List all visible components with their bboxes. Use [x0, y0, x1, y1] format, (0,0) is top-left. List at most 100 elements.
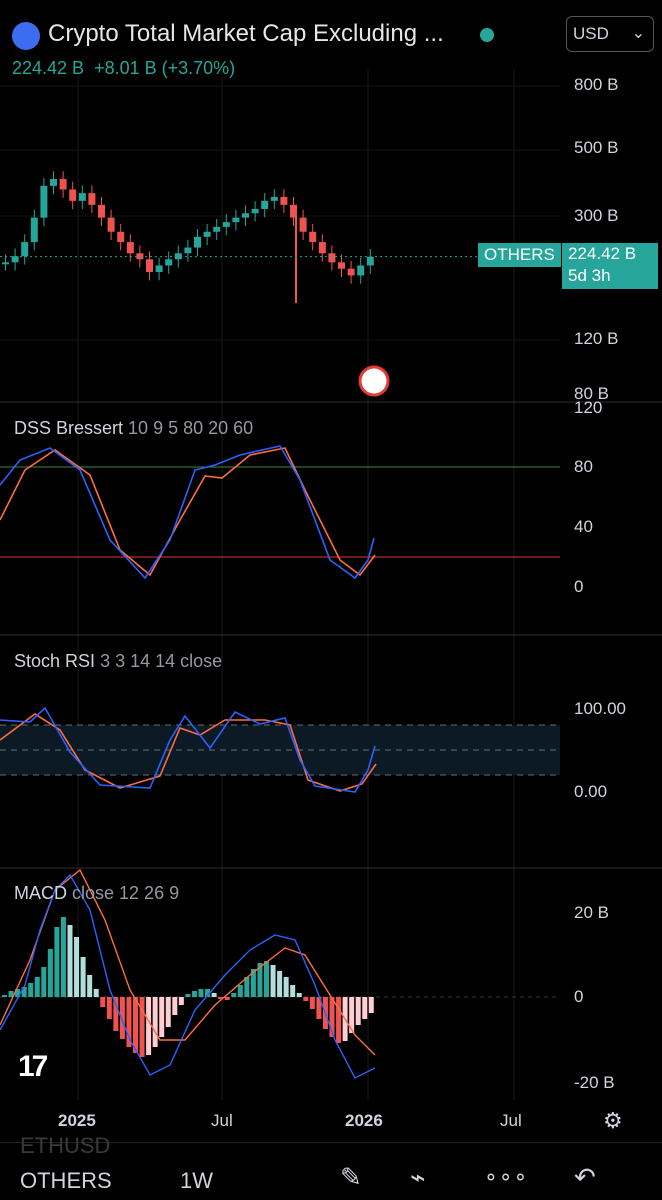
macd-histogram-bar: [60, 917, 66, 997]
macd-histogram-bar: [165, 997, 171, 1027]
time-tick: 2025: [58, 1111, 96, 1130]
macd-tick: 20 B: [574, 903, 609, 922]
dss-fast-line: [0, 445, 375, 580]
macd-histogram-bar: [270, 965, 276, 997]
dss-tick: 0: [574, 577, 584, 596]
candle-body: [261, 200, 269, 209]
candle-body: [2, 262, 9, 265]
macd-histogram-bar: [146, 997, 152, 1055]
candle-body: [50, 179, 57, 186]
macd-histogram-bar: [152, 997, 158, 1047]
candle-body: [11, 256, 19, 263]
macd-histogram-bar: [355, 997, 361, 1025]
market-status-icon: [480, 28, 494, 42]
macd-histogram-bar: [67, 925, 73, 997]
macd-histogram-bar: [133, 997, 138, 1053]
candle-body: [347, 268, 355, 276]
symbol-button[interactable]: OTHERS: [20, 1168, 112, 1194]
stoch-rsi-indicator-title[interactable]: Stoch RSI 3 3 14 14 close: [14, 651, 222, 672]
macd-histogram-bar: [47, 949, 53, 997]
last-value: 224.42 B: [12, 58, 85, 78]
faded-symbol: ETHUSD: [20, 1133, 111, 1158]
time-tick: Jul: [211, 1111, 233, 1130]
macd-histogram-bar: [106, 997, 112, 1019]
macd-histogram-bar: [283, 977, 289, 997]
macd-histogram-bar: [296, 993, 302, 997]
candle-body: [194, 236, 201, 248]
macd-histogram-bar: [41, 967, 47, 997]
candle-body: [165, 259, 173, 266]
candle-body: [146, 259, 153, 273]
us-event-flag-icon: [358, 365, 390, 397]
candle-body: [155, 265, 163, 273]
candle-body: [78, 193, 86, 201]
macd-histogram-bar: [309, 997, 315, 1009]
candle-body: [299, 217, 307, 232]
macd-histogram-bar: [368, 997, 374, 1013]
macd-histogram-bar: [80, 957, 86, 997]
dss-indicator-title[interactable]: DSS Bressert 10 9 5 80 20 60: [14, 418, 253, 439]
stoch-tick: 0.00: [574, 782, 608, 801]
macd-params: close 12 26 9: [72, 883, 180, 903]
macd-histogram-bar: [264, 961, 269, 997]
macd-histogram-bar: [178, 997, 184, 1005]
candle-body: [59, 179, 67, 190]
candle-body: [338, 262, 345, 269]
indicators-icon[interactable]: ⌁: [410, 1162, 426, 1193]
macd-histogram-bar: [126, 997, 132, 1047]
candle-body: [222, 222, 230, 227]
more-icon[interactable]: ∘∘∘: [484, 1164, 528, 1190]
candle-body: [251, 208, 259, 214]
currency-select[interactable]: USD ⌄: [566, 16, 654, 52]
macd-histogram-bar: [2, 995, 7, 997]
price-tick: 300 B: [574, 206, 619, 225]
bar-countdown: 5d 3h: [568, 266, 611, 285]
symbol-title[interactable]: Crypto Total Market Cap Excluding ...: [48, 20, 444, 48]
candle-body: [98, 204, 105, 218]
macd-tick: -20 B: [574, 1073, 615, 1092]
dss-tick: 80: [574, 457, 593, 476]
macd-histogram-bar: [54, 927, 60, 997]
candle-body: [203, 231, 211, 237]
price-badge-value: 224.42 B: [568, 244, 637, 263]
symbol-badge: OTHERS: [478, 243, 561, 267]
settings-gear-icon[interactable]: ⚙: [603, 1108, 623, 1134]
candle-body: [126, 242, 134, 254]
tradingview-logo-icon: 17: [18, 1050, 48, 1083]
macd-histogram-bar: [34, 977, 40, 997]
draw-pencil-icon[interactable]: ✎: [340, 1162, 362, 1193]
dss-params: 10 9 5 80 20 60: [128, 418, 254, 438]
macd-indicator-title[interactable]: MACD close 12 26 9: [14, 883, 179, 904]
candle-body: [69, 189, 77, 201]
undo-icon[interactable]: ↶: [574, 1162, 596, 1193]
dss-title: DSS Bressert: [14, 418, 124, 438]
macd-histogram-bar: [198, 989, 204, 997]
price-tick: 800 B: [574, 75, 619, 94]
dss-tick: 40: [574, 517, 593, 536]
chart-canvas[interactable]: [0, 0, 662, 1199]
macd-histogram-bar: [362, 997, 368, 1019]
macd-histogram-bar: [191, 991, 197, 997]
price-change: 224.42 B +8.01 B (+3.70%): [12, 58, 235, 79]
candle-body: [213, 226, 221, 232]
dss-tick: 120: [574, 398, 603, 417]
macd-histogram-bar: [28, 983, 34, 997]
price-tick: 120 B: [574, 329, 619, 348]
macd-tick: 0: [574, 987, 584, 1006]
candle-body: [357, 265, 365, 276]
price-tick: 500 B: [574, 138, 619, 157]
stoch-params: 3 3 14 14 close: [100, 651, 223, 671]
time-tick: Jul: [500, 1111, 522, 1130]
crypto-logo-icon: [12, 22, 40, 50]
candle-body: [366, 256, 374, 266]
interval-button[interactable]: 1W: [180, 1168, 213, 1194]
chevron-down-icon: ⌄: [631, 25, 645, 42]
candle-body: [280, 196, 288, 205]
time-tick: 2026: [345, 1111, 383, 1130]
macd-histogram-bar: [224, 997, 230, 1000]
macd-histogram-bar: [87, 975, 93, 997]
stoch-tick: 100.00: [574, 699, 626, 718]
currency-label: USD: [573, 24, 609, 43]
candle-body: [107, 217, 115, 232]
candle-body: [117, 231, 125, 243]
